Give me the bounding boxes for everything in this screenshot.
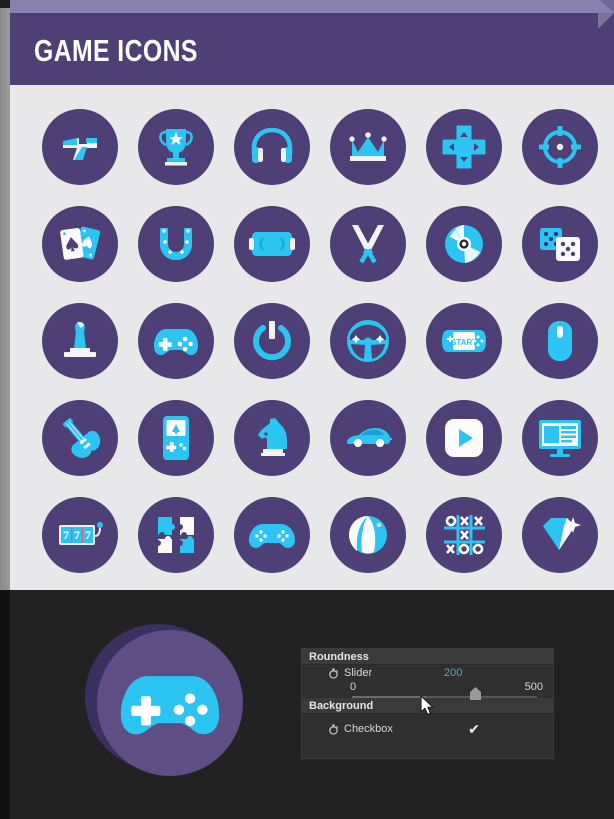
compact-disc-icon[interactable] <box>426 205 502 282</box>
tic-tac-toe-icon[interactable] <box>426 496 502 573</box>
icon-cell[interactable] <box>416 195 512 292</box>
computer-mouse-icon[interactable] <box>522 302 598 379</box>
slider-value: 200 <box>444 667 463 679</box>
icon-cell[interactable]: START <box>416 292 512 389</box>
icon-cell[interactable] <box>320 195 416 292</box>
headphones-icon[interactable] <box>234 108 310 185</box>
inspector-panel: Roundness Slider 200 0 500 Background Ch… <box>301 648 554 759</box>
header-bar: GAME ICONS <box>10 13 614 85</box>
icon-cell[interactable]: 7 7 7 <box>32 486 128 583</box>
icon-cell[interactable] <box>224 98 320 195</box>
icon-cell[interactable] <box>32 292 128 389</box>
svg-text:7: 7 <box>85 528 91 542</box>
power-button-icon[interactable] <box>234 302 310 379</box>
dice-icon[interactable] <box>522 205 598 282</box>
header-corner-fold <box>598 13 614 29</box>
section-label-background: Background <box>309 699 374 712</box>
slider-label: Slider <box>344 667 373 679</box>
game-boy-icon[interactable] <box>138 399 214 476</box>
play-button-icon[interactable] <box>426 399 502 476</box>
slider-handle[interactable] <box>470 687 481 700</box>
icon-cell[interactable] <box>512 486 608 583</box>
checkbox-label: Checkbox <box>344 723 393 735</box>
checkbox-row[interactable]: Checkbox ✔ <box>302 714 553 748</box>
svg-text:7: 7 <box>74 528 80 542</box>
icon-board: START 7 7 7 <box>10 85 614 590</box>
icon-cell[interactable] <box>128 292 224 389</box>
crossed-swords-icon[interactable] <box>330 205 406 282</box>
icon-grid: START 7 7 7 <box>32 98 608 583</box>
monitor-icon[interactable] <box>522 399 598 476</box>
gamepad-icon[interactable] <box>138 302 214 379</box>
checkbox-label-wrap: Checkbox <box>328 723 393 735</box>
icon-cell[interactable] <box>224 195 320 292</box>
svg-text:7: 7 <box>63 528 69 542</box>
icon-cell[interactable] <box>512 292 608 389</box>
icon-cell[interactable] <box>320 292 416 389</box>
icon-cell[interactable] <box>320 389 416 486</box>
icon-cell[interactable] <box>416 486 512 583</box>
race-car-icon[interactable] <box>330 399 406 476</box>
slider-track[interactable] <box>352 687 537 700</box>
ray-gun-icon[interactable] <box>42 108 118 185</box>
electric-guitar-icon[interactable] <box>42 399 118 476</box>
gamepad-icon <box>120 676 220 735</box>
icon-cell[interactable] <box>128 486 224 583</box>
crosshair-icon[interactable] <box>522 108 598 185</box>
slider-max-label: 500 <box>524 681 543 693</box>
d-pad-icon[interactable] <box>426 108 502 185</box>
icon-cell[interactable] <box>32 389 128 486</box>
puzzle-pieces-icon[interactable] <box>138 496 214 573</box>
icon-cell[interactable] <box>416 98 512 195</box>
icon-cell[interactable] <box>128 98 224 195</box>
icon-cell[interactable] <box>224 486 320 583</box>
icon-cell[interactable] <box>224 292 320 389</box>
section-header-background: Background <box>302 698 553 714</box>
slider-range: 0 500 <box>302 681 553 700</box>
slider-track-fill <box>352 696 426 698</box>
icon-cell[interactable] <box>512 195 608 292</box>
icon-cell[interactable] <box>128 389 224 486</box>
card-left-edge-dark <box>0 590 10 819</box>
icon-cell[interactable] <box>128 195 224 292</box>
roundness-body: Slider 200 0 500 <box>302 665 553 700</box>
trophy-icon[interactable] <box>138 108 214 185</box>
beach-ball-icon[interactable] <box>330 496 406 573</box>
svg-text:START: START <box>451 338 477 347</box>
card-left-edge-light <box>0 8 10 590</box>
icon-cell[interactable] <box>320 98 416 195</box>
diamond-icon[interactable] <box>522 496 598 573</box>
playing-cards-icon[interactable] <box>42 205 118 282</box>
header-top-bevel <box>10 0 614 13</box>
arcade-joystick-icon[interactable] <box>42 302 118 379</box>
icon-cell[interactable] <box>224 389 320 486</box>
crown-icon[interactable] <box>330 108 406 185</box>
horseshoe-icon[interactable] <box>138 205 214 282</box>
app-root: GAME ICONS START 7 7 7 Roundness Slider … <box>0 0 614 819</box>
icon-cell[interactable] <box>320 486 416 583</box>
slot-machine-icon[interactable]: 7 7 7 <box>42 496 118 573</box>
chess-knight-icon[interactable] <box>234 399 310 476</box>
slider-row[interactable]: Slider 200 <box>302 665 553 681</box>
page-title: GAME ICONS <box>34 33 198 68</box>
icon-cell[interactable] <box>32 98 128 195</box>
icon-preview <box>85 622 245 782</box>
icon-cell[interactable] <box>32 195 128 292</box>
section-header-roundness: Roundness <box>302 649 553 665</box>
section-label-roundness: Roundness <box>309 650 369 663</box>
controller-icon[interactable] <box>234 496 310 573</box>
icon-cell[interactable] <box>512 98 608 195</box>
bottom-panel: Roundness Slider 200 0 500 Background Ch… <box>10 590 614 819</box>
stopwatch-icon <box>328 724 339 735</box>
slider-min-label: 0 <box>350 681 357 693</box>
stopwatch-icon <box>328 668 339 679</box>
steering-wheel-icon[interactable] <box>330 302 406 379</box>
start-console-icon[interactable]: START <box>426 302 502 379</box>
icon-cell[interactable] <box>416 389 512 486</box>
checkbox-checkmark[interactable]: ✔ <box>466 721 482 737</box>
icon-cell[interactable] <box>512 389 608 486</box>
handheld-console-icon[interactable] <box>234 205 310 282</box>
preview-disc[interactable] <box>97 630 243 776</box>
